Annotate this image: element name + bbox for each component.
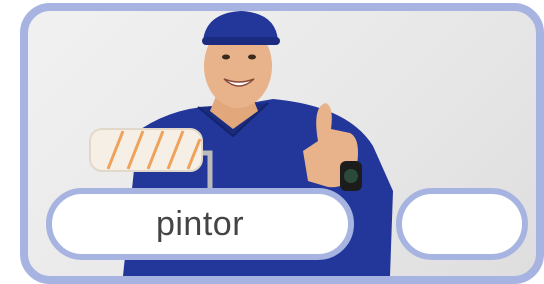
answer-box[interactable] bbox=[396, 188, 528, 260]
word-label-text: pintor bbox=[155, 204, 245, 243]
word-label: pintor bbox=[46, 188, 354, 260]
